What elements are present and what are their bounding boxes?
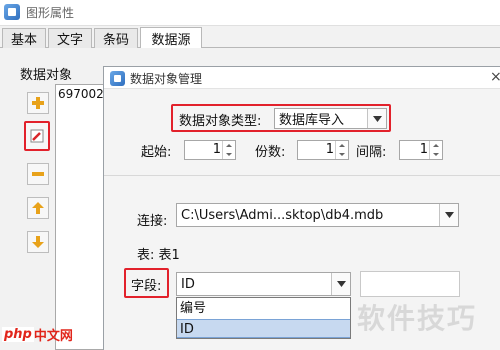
connection-label: 连接: [137, 214, 168, 229]
field-select[interactable]: ID [176, 272, 351, 296]
stepper-arrows-icon[interactable] [335, 141, 348, 159]
dialog-app-icon [110, 71, 125, 86]
data-object-label: 数据对象 [20, 68, 73, 83]
chevron-down-icon[interactable] [367, 109, 386, 128]
arrow-down-icon [32, 236, 44, 248]
watermark-text: 软件技巧 [357, 302, 478, 335]
chevron-down-icon[interactable] [331, 273, 350, 295]
remove-button[interactable] [27, 163, 49, 185]
copies-label: 份数: [255, 145, 286, 160]
chevron-down-icon[interactable] [439, 204, 458, 226]
dialog-titlebar: 数据对象管理 × [104, 67, 500, 89]
tab-data-source[interactable]: 数据源 [140, 27, 202, 48]
interval-stepper[interactable]: 1 [399, 140, 443, 160]
app-icon [4, 4, 20, 20]
data-object-type-label: 数据对象类型: [179, 114, 262, 129]
dropdown-option[interactable]: 编号 [177, 299, 350, 318]
dropdown-option-selected[interactable]: ID [177, 319, 350, 338]
start-label: 起始: [141, 145, 172, 160]
tab-barcode[interactable]: 条码 [94, 28, 138, 48]
interval-value: 1 [419, 142, 428, 157]
window-titlebar: 图形属性 [0, 0, 500, 26]
field-dropdown-list[interactable]: 编号 ID [176, 297, 351, 339]
move-up-button[interactable] [27, 197, 49, 219]
field-value: ID [181, 276, 195, 292]
field-extra-input[interactable] [360, 271, 460, 297]
connection-value: C:\Users\Admi...sktop\db4.mdb [181, 207, 384, 223]
edit-button[interactable] [24, 121, 50, 151]
data-object-type-select[interactable]: 数据库导入 [274, 108, 387, 129]
field-label: 字段: [131, 279, 162, 294]
table-label: 表: 表1 [137, 248, 180, 263]
move-down-button[interactable] [27, 231, 49, 253]
tab-text[interactable]: 文字 [48, 28, 92, 48]
divider [104, 175, 500, 176]
copies-value: 1 [325, 142, 334, 157]
data-object-type-value: 数据库导入 [279, 113, 345, 128]
close-icon[interactable]: × [490, 69, 500, 85]
edit-icon [30, 129, 44, 143]
list-item[interactable]: 697002 [58, 87, 104, 101]
start-value: 1 [212, 142, 221, 157]
start-stepper[interactable]: 1 [184, 140, 236, 160]
add-button[interactable] [27, 92, 49, 114]
stepper-arrows-icon[interactable] [222, 141, 235, 159]
tab-basic[interactable]: 基本 [2, 28, 46, 48]
watermark-logo: php 中文网 [2, 325, 73, 344]
arrow-up-icon [32, 202, 44, 214]
watermark-logo-cn: 中文网 [33, 329, 73, 344]
minus-icon [32, 172, 44, 176]
dialog-title: 数据对象管理 [130, 72, 203, 86]
interval-label: 间隔: [356, 145, 387, 160]
tab-bar: 基本 文字 条码 数据源 [0, 26, 500, 48]
watermark-logo-php: php [2, 327, 34, 342]
plus-icon [32, 97, 44, 109]
copies-stepper[interactable]: 1 [297, 140, 349, 160]
window-title: 图形属性 [26, 6, 75, 20]
stepper-arrows-icon[interactable] [429, 141, 442, 159]
connection-select[interactable]: C:\Users\Admi...sktop\db4.mdb [176, 203, 459, 227]
